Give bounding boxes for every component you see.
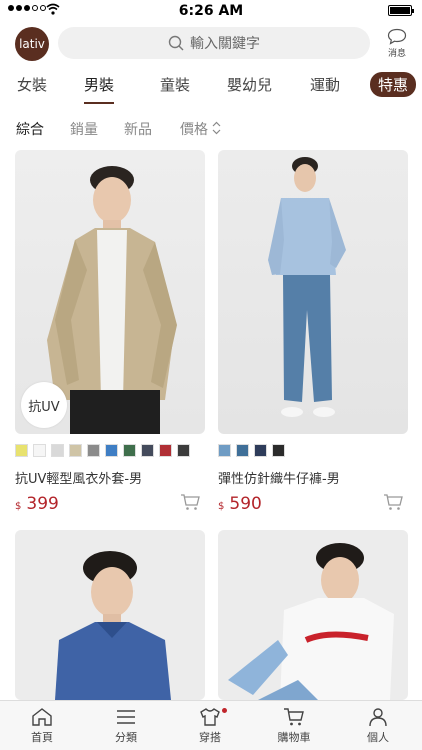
product-image[interactable]	[218, 530, 408, 700]
color-swatches	[15, 444, 190, 457]
add-to-cart-icon[interactable]	[383, 493, 403, 511]
nav-profile-label: 個人	[367, 731, 389, 744]
sort-sales[interactable]: 銷量	[70, 119, 98, 139]
shirt-icon	[200, 708, 220, 726]
product-name[interactable]: 抗UV輕型風衣外套-男	[15, 468, 142, 487]
product-photo-polo	[55, 551, 171, 700]
nav-home-label: 首頁	[31, 731, 53, 744]
color-swatch[interactable]	[15, 444, 28, 457]
nav-profile[interactable]: 個人	[343, 707, 413, 745]
uv-badge: 抗UV	[21, 382, 67, 428]
product-image[interactable]	[218, 150, 408, 434]
tab-men[interactable]: 男裝	[84, 74, 115, 104]
product-photo-jeans	[268, 157, 346, 417]
color-swatch[interactable]	[177, 444, 190, 457]
nav-cart-label: 購物車	[277, 731, 311, 744]
status-bar: 6:26 AM	[0, 0, 422, 22]
search-placeholder: 輸入關鍵字	[190, 36, 260, 52]
nav-category-label: 分類	[115, 731, 137, 744]
battery-icon	[388, 5, 414, 16]
color-swatch[interactable]	[272, 444, 285, 457]
color-swatch[interactable]	[87, 444, 100, 457]
app-screen: 6:26 AM lativ 輸入關鍵字 消息 女裝 男裝 童裝 嬰幼兒 運動 特…	[0, 0, 422, 750]
messages-label: 消息	[387, 49, 406, 59]
nav-outfit[interactable]: 穿搭	[175, 707, 245, 745]
color-swatch[interactable]	[69, 444, 82, 457]
currency-symbol: $	[218, 501, 225, 512]
price-value: 399	[26, 494, 59, 514]
color-swatch[interactable]	[105, 444, 118, 457]
product-image[interactable]	[15, 530, 205, 700]
tab-sports[interactable]: 運動	[310, 74, 340, 95]
color-swatch[interactable]	[51, 444, 64, 457]
tab-baby[interactable]: 嬰幼兒	[227, 74, 272, 95]
nav-home[interactable]: 首頁	[7, 707, 77, 745]
product-price: $590	[218, 494, 262, 514]
person-icon	[369, 708, 387, 727]
add-to-cart-icon[interactable]	[180, 493, 200, 511]
tab-sale[interactable]: 特惠	[370, 72, 417, 97]
notification-dot	[222, 708, 227, 713]
price-value: 590	[229, 494, 262, 514]
menu-icon	[117, 710, 135, 724]
product-name[interactable]: 彈性仿針織牛仔褲-男	[218, 468, 340, 487]
messages-button[interactable]: 消息	[380, 28, 414, 59]
sort-bar: 綜合 銷量 新品 價格	[0, 115, 422, 143]
sort-general[interactable]: 綜合	[16, 119, 44, 139]
currency-symbol: $	[15, 501, 22, 512]
product-photo-tshirt	[228, 543, 394, 700]
bottom-nav: 首頁 分類 穿搭 購物車 個人	[0, 700, 422, 750]
tab-women[interactable]: 女裝	[17, 74, 47, 95]
brand-logo[interactable]: lativ	[15, 27, 49, 61]
home-icon	[32, 708, 52, 726]
nav-category[interactable]: 分類	[91, 707, 161, 745]
product-price: $399	[15, 494, 59, 514]
color-swatch[interactable]	[159, 444, 172, 457]
color-swatch[interactable]	[254, 444, 267, 457]
nav-outfit-label: 穿搭	[199, 731, 221, 744]
sort-arrows-icon	[212, 121, 221, 135]
sort-price[interactable]: 價格	[180, 119, 208, 139]
cart-icon	[284, 708, 304, 726]
color-swatch[interactable]	[123, 444, 136, 457]
chat-bubble-icon	[387, 28, 407, 45]
color-swatch[interactable]	[236, 444, 249, 457]
color-swatch[interactable]	[33, 444, 46, 457]
color-swatch[interactable]	[141, 444, 154, 457]
search-icon	[168, 35, 184, 51]
category-tabs: 女裝 男裝 童裝 嬰幼兒 運動 特惠	[0, 68, 422, 104]
search-bar[interactable]: 輸入關鍵字	[58, 27, 370, 59]
color-swatches	[218, 444, 285, 457]
color-swatch[interactable]	[218, 444, 231, 457]
nav-cart[interactable]: 購物車	[259, 707, 329, 745]
tab-kids[interactable]: 童裝	[160, 74, 190, 95]
sort-new[interactable]: 新品	[124, 119, 152, 139]
status-time: 6:26 AM	[178, 3, 244, 19]
